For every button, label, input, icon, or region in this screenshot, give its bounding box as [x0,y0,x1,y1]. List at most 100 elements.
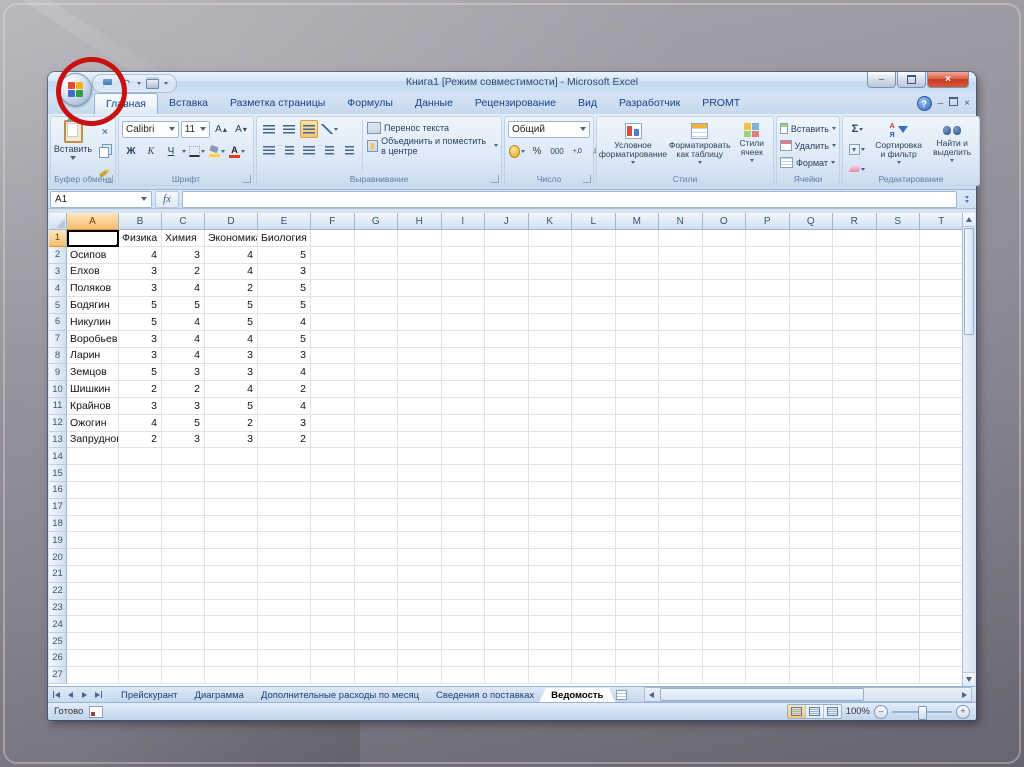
cell-P1[interactable] [746,230,790,247]
cell-T7[interactable] [920,330,964,348]
row-header-23[interactable]: 23 [49,599,67,617]
cell-B7[interactable]: 3 [119,330,162,348]
cut-icon[interactable]: × [95,122,113,140]
cell-D8[interactable]: 3 [205,347,258,365]
cell-N10[interactable] [659,381,703,398]
cell-C24[interactable] [162,616,205,634]
normal-view-icon[interactable] [787,705,806,718]
cell-S3[interactable] [876,263,920,281]
cell-O23[interactable] [702,599,746,617]
cell-K14[interactable] [528,448,572,466]
cell-I2[interactable] [441,246,485,264]
copy-icon[interactable] [95,143,113,161]
cell-H1[interactable] [398,230,442,247]
cell-F8[interactable] [311,347,355,365]
cell-P22[interactable] [746,582,790,600]
align-middle-button[interactable] [280,120,298,138]
cell-N18[interactable] [659,515,703,533]
cell-R24[interactable] [833,616,877,634]
save-icon[interactable] [101,77,114,90]
cell-J24[interactable] [485,616,529,634]
cell-A15[interactable] [67,465,119,482]
row-header-15[interactable]: 15 [49,465,67,482]
page-layout-view-icon[interactable] [805,705,824,718]
cell-S26[interactable] [876,649,920,667]
cell-I7[interactable] [441,330,485,348]
cell-C12[interactable]: 5 [162,414,205,432]
cell-K20[interactable] [528,549,572,566]
macro-record-icon[interactable] [89,705,104,718]
cell-Q8[interactable] [789,347,833,365]
cell-D25[interactable] [205,633,258,650]
align-center-button[interactable] [280,141,298,159]
cell-A5[interactable]: Бодягин [67,297,119,314]
cell-Q6[interactable] [789,313,833,331]
cell-R17[interactable] [833,498,877,516]
help-icon[interactable]: ? [916,96,932,111]
row-header-8[interactable]: 8 [49,347,67,365]
cell-P11[interactable] [746,397,790,415]
cell-T17[interactable] [920,498,964,516]
tab-9[interactable]: PROMT [691,93,751,114]
cell-E14[interactable] [258,448,311,466]
cell-R27[interactable] [833,666,877,684]
cell-B8[interactable]: 3 [119,347,162,365]
cell-N21[interactable] [659,565,703,583]
cell-Q5[interactable] [789,297,833,314]
cell-E20[interactable] [258,549,311,566]
orientation-button[interactable] [320,120,339,138]
cell-G21[interactable] [354,565,398,583]
underline-dropdown-icon[interactable] [182,149,186,153]
cell-J17[interactable] [485,498,529,516]
shrink-font-button[interactable]: A ▾ [232,120,250,138]
cell-S6[interactable] [876,313,920,331]
align-right-button[interactable] [300,141,318,159]
cell-E26[interactable] [258,649,311,667]
cell-E12[interactable]: 3 [258,414,311,432]
row-header-24[interactable]: 24 [49,616,67,634]
cell-B11[interactable]: 3 [119,397,162,415]
paste-button[interactable]: Вставить [54,118,92,182]
cell-J27[interactable] [485,666,529,684]
cell-N25[interactable] [659,633,703,650]
cell-O3[interactable] [702,263,746,281]
cell-Q1[interactable] [789,230,833,247]
cell-N27[interactable] [659,666,703,684]
cell-A13[interactable]: Запруднов [67,431,119,449]
zoom-in-button[interactable]: + [956,704,970,719]
column-header-A[interactable]: A [67,213,119,230]
cell-I22[interactable] [441,582,485,600]
cell-K1[interactable] [528,230,572,247]
cell-K5[interactable] [528,297,572,314]
cell-K25[interactable] [528,633,572,650]
cell-E23[interactable] [258,599,311,617]
cell-T11[interactable] [920,397,964,415]
cell-J10[interactable] [485,381,529,398]
cell-M5[interactable] [615,297,659,314]
cell-Q17[interactable] [789,498,833,516]
cell-F17[interactable] [311,498,355,516]
cell-N19[interactable] [659,532,703,550]
cell-T13[interactable] [920,431,964,449]
cell-H26[interactable] [398,649,442,667]
cell-M23[interactable] [615,599,659,617]
cell-S10[interactable] [876,381,920,398]
cell-T3[interactable] [920,263,964,281]
cell-T10[interactable] [920,381,964,398]
cell-T12[interactable] [920,414,964,432]
cell-I12[interactable] [441,414,485,432]
cell-P9[interactable] [746,364,790,382]
row-header-14[interactable]: 14 [49,448,67,466]
cell-E5[interactable]: 5 [258,297,311,314]
cell-L22[interactable] [572,582,616,600]
cell-D26[interactable] [205,649,258,667]
row-header-25[interactable]: 25 [49,633,67,650]
cell-G6[interactable] [354,313,398,331]
select-all-button[interactable] [49,213,67,230]
align-top-button[interactable] [260,120,278,138]
cell-M24[interactable] [615,616,659,634]
cell-C21[interactable] [162,565,205,583]
cell-P17[interactable] [746,498,790,516]
cell-B22[interactable] [119,582,162,600]
cell-A14[interactable] [67,448,119,466]
